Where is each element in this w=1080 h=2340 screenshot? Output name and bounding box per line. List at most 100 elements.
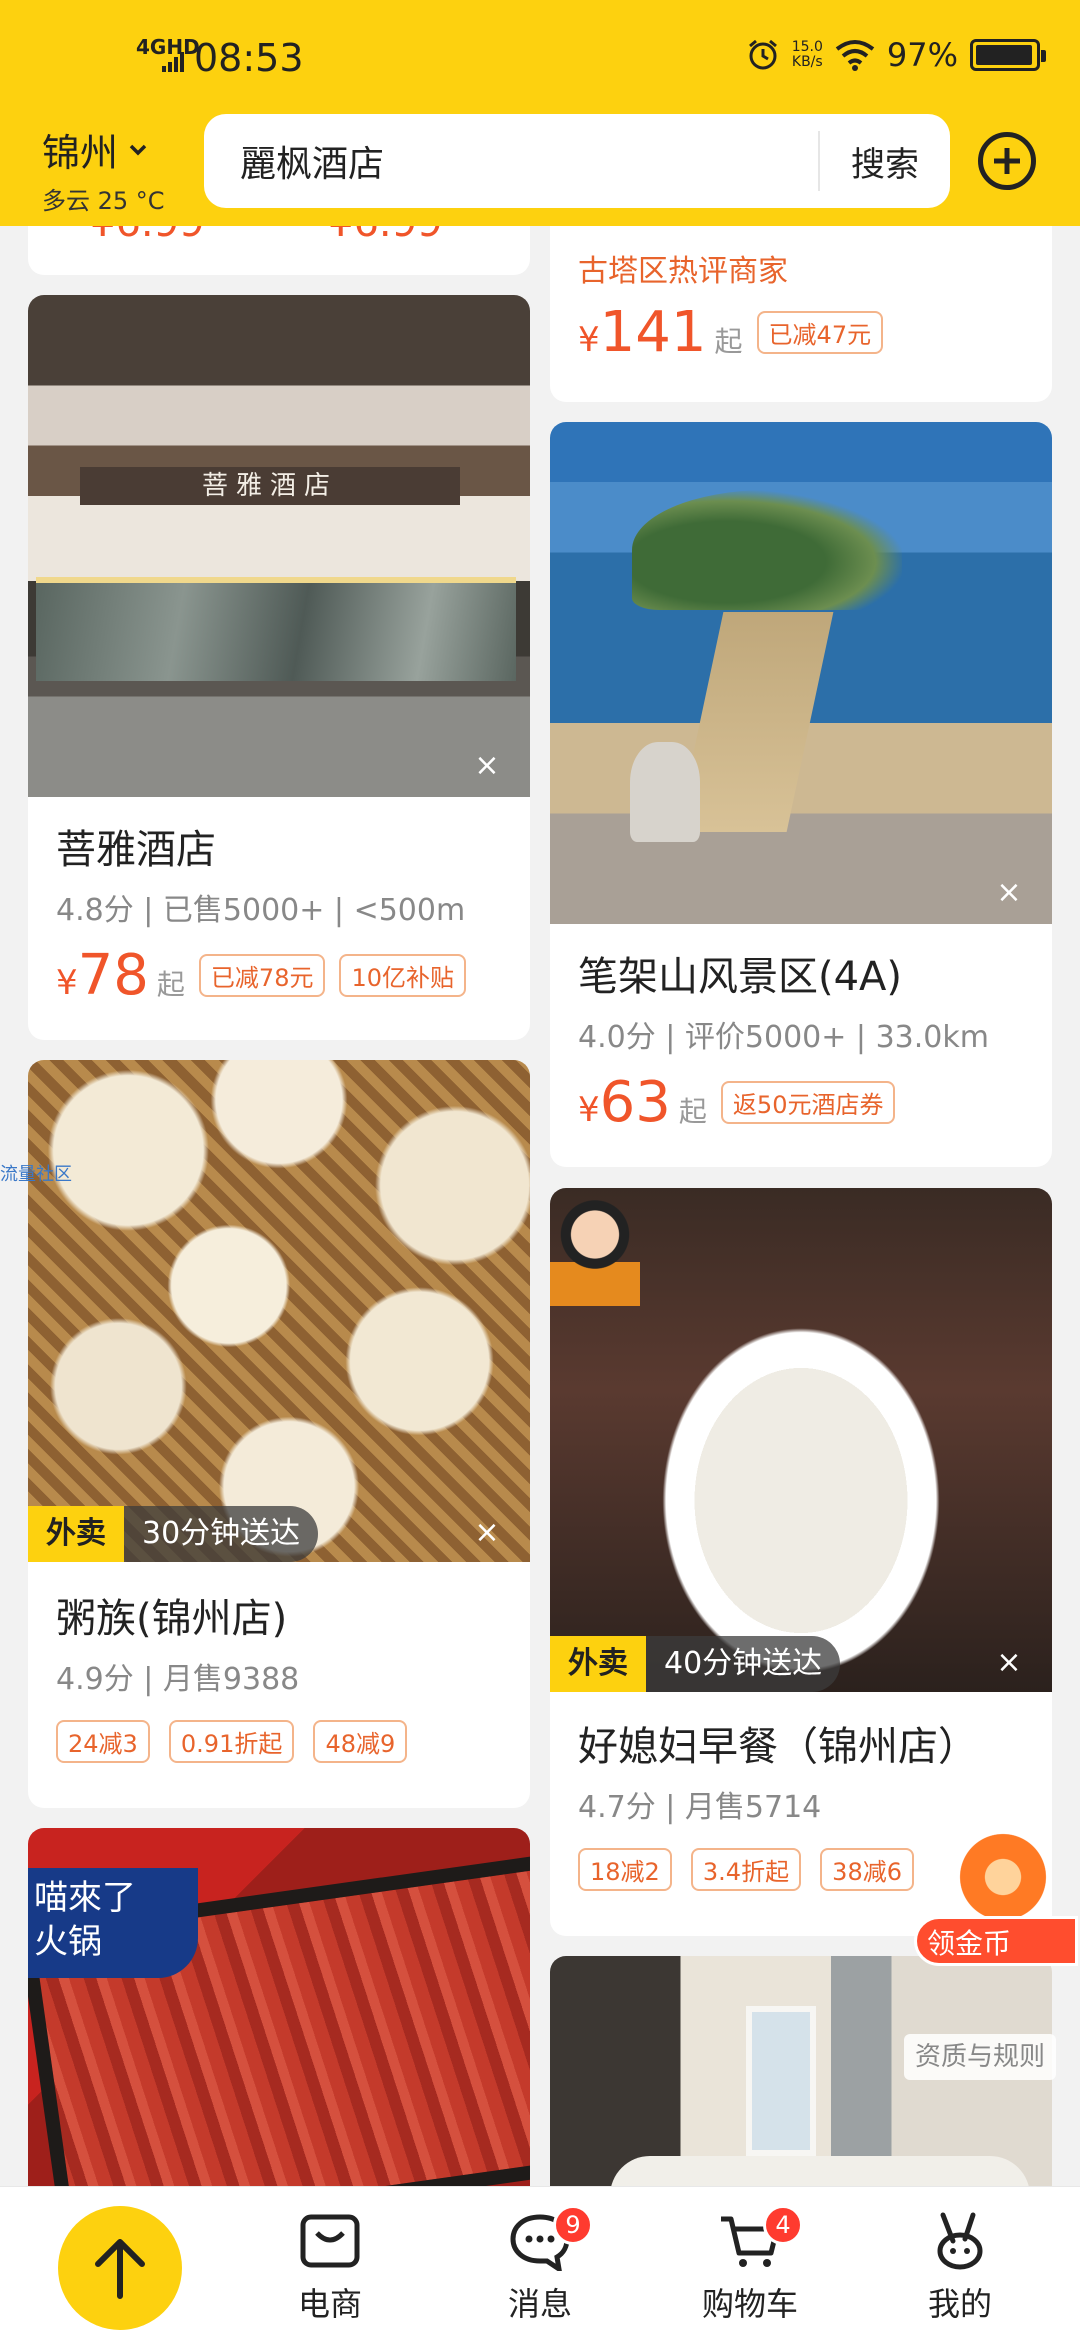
scenic-price-row: ¥ 63 起 返50元酒店券 bbox=[578, 1070, 1024, 1135]
price-symbol: ¥ bbox=[578, 320, 600, 360]
subsidy-tag: 10亿补贴 bbox=[339, 954, 467, 997]
city-row[interactable]: 锦州 bbox=[42, 122, 165, 177]
price-symbol: ¥ bbox=[56, 963, 78, 1003]
delivery-tag: 外卖 bbox=[28, 1506, 124, 1562]
porridge-shop-info: 粥族(锦州店) 4.9分 | 月售9388 24减3 0.91折起 48减9 bbox=[28, 1586, 530, 1763]
search-bar[interactable]: 麗枫酒店 搜索 bbox=[204, 114, 950, 208]
cart-icon: 4 bbox=[717, 2205, 803, 2271]
coin-widget[interactable]: 领金币 bbox=[914, 1822, 1080, 1988]
delivery-badge: 外卖 40分钟送达 bbox=[550, 1636, 841, 1692]
nav-label: 购物车 bbox=[701, 2285, 798, 2323]
nav-cart[interactable]: 4 购物车 bbox=[660, 2187, 840, 2340]
coupon-tag: 返50元酒店券 bbox=[720, 1081, 896, 1124]
close-icon[interactable]: × bbox=[472, 751, 502, 781]
net-speed-value: 15.0 bbox=[791, 39, 823, 55]
room-window bbox=[746, 2006, 816, 2156]
promo-tag: 38减6 bbox=[820, 1848, 914, 1891]
hotel-info: 菩雅酒店 4.8分 | 已售5000+ | <500m ¥ 78 起 已减78元… bbox=[28, 817, 530, 1008]
island bbox=[632, 490, 902, 610]
nav-label: 电商 bbox=[297, 2285, 362, 2323]
nav-label: 消息 bbox=[507, 2285, 572, 2323]
hotel-sign: 菩雅酒店 bbox=[80, 467, 460, 505]
fox-mascot-icon bbox=[958, 1822, 1048, 1922]
alarm-icon bbox=[748, 39, 777, 70]
discount-tag: 已减78元 bbox=[198, 954, 326, 997]
close-icon[interactable]: × bbox=[472, 1518, 502, 1548]
hotel-image: 菩雅酒店 × bbox=[28, 295, 530, 797]
screen: 4GHD 08:53 15.0 KB/s 97% 锦州 多云 25 °C 麗枫酒… bbox=[0, 0, 1080, 2340]
shop-icon bbox=[297, 2211, 363, 2271]
net-speed-unit: KB/s bbox=[791, 54, 823, 70]
distance: 33.0km bbox=[875, 1020, 989, 1055]
review-count: 评价5000+ bbox=[684, 1020, 847, 1055]
delivery-time: 40分钟送达 bbox=[646, 1636, 841, 1692]
scenic-card[interactable]: × 笔架山风景区(4A) 4.0分 | 评价5000+ | 33.0km ¥ 6… bbox=[550, 422, 1052, 1167]
scenic-title: 笔架山风景区(4A) bbox=[578, 954, 903, 1000]
add-icon[interactable] bbox=[978, 132, 1036, 190]
hotpot-card[interactable]: 喵來了 火锅 bbox=[28, 1828, 530, 2248]
city-name: 锦州 bbox=[42, 131, 119, 175]
search-button[interactable]: 搜索 bbox=[820, 137, 950, 186]
price-value: 78 bbox=[77, 943, 149, 1008]
net-speed: 15.0 KB/s bbox=[792, 40, 823, 70]
side-watermark: 流量社区 bbox=[0, 1164, 72, 1185]
nav-label: 我的 bbox=[927, 2285, 992, 2323]
promo-tag: 48减9 bbox=[313, 1720, 408, 1763]
reception-counter bbox=[36, 577, 516, 681]
porridge-shop-card[interactable]: 外卖 30分钟送达 × 粥族(锦州店) 4.9分 | 月售9388 24减3 0… bbox=[28, 1060, 530, 1808]
chevron-down-icon bbox=[129, 144, 147, 155]
price-value: 63 bbox=[599, 1070, 671, 1135]
delivery-tag: 外卖 bbox=[550, 1636, 646, 1692]
promo-tags: 24减3 0.91折起 48减9 bbox=[56, 1720, 502, 1763]
close-icon[interactable]: × bbox=[994, 1648, 1024, 1678]
nav-messages[interactable]: 9 消息 bbox=[450, 2187, 630, 2340]
nav-mine[interactable]: 我的 bbox=[870, 2187, 1050, 2340]
rules-link[interactable]: 资质与规则 bbox=[904, 2034, 1056, 2080]
battery-fill bbox=[976, 45, 1033, 65]
message-badge: 9 bbox=[553, 2205, 593, 2245]
profile-rabbit-icon bbox=[927, 2211, 993, 2271]
shop-meta: 4.9分 | 月售9388 bbox=[56, 1662, 300, 1697]
promo-tag: 24减3 bbox=[56, 1720, 150, 1763]
cart-badge: 4 bbox=[763, 2205, 803, 2245]
message-icon: 9 bbox=[507, 2205, 593, 2275]
price-symbol: ¥ bbox=[578, 1090, 600, 1130]
discount-tag: 已减47元 bbox=[756, 311, 884, 354]
scenic-image: × bbox=[550, 422, 1052, 924]
promo-tag: 18减2 bbox=[578, 1848, 672, 1891]
status-bar: 4GHD 08:53 15.0 KB/s 97% bbox=[0, 0, 1080, 110]
partial-subtitle: 古塔区热评商家 bbox=[578, 254, 788, 289]
top-header: 4GHD 08:53 15.0 KB/s 97% 锦州 多云 25 °C 麗枫酒… bbox=[0, 0, 1080, 226]
promo-tag: 3.4折起 bbox=[690, 1848, 802, 1891]
price-value: 141 bbox=[599, 300, 707, 365]
partial-price-row: ¥ 141 起 已减47元 bbox=[578, 300, 884, 365]
nav-ecommerce[interactable]: 电商 bbox=[240, 2187, 420, 2340]
search-input[interactable]: 麗枫酒店 bbox=[204, 135, 818, 187]
hotel-card[interactable]: 菩雅酒店 × 菩雅酒店 4.8分 | 已售5000+ | <500m ¥ 78 … bbox=[28, 295, 530, 1040]
delivery-badge: 外卖 30分钟送达 bbox=[28, 1506, 319, 1562]
hotel-price-row: ¥ 78 起 已减78元 10亿补贴 bbox=[56, 943, 502, 1008]
scroll-to-top-button[interactable] bbox=[58, 2206, 182, 2330]
hotpot-brand: 喵來了 火锅 bbox=[28, 1868, 198, 1978]
soup-dumpling-image: 外卖 30分钟送达 × bbox=[28, 1060, 530, 1562]
porridge-image: 外卖 40分钟送达 × bbox=[550, 1188, 1052, 1692]
scenic-info: 笔架山风景区(4A) 4.0分 | 评价5000+ | 33.0km ¥ 63 … bbox=[550, 944, 1052, 1135]
sold-count: 已售5000+ bbox=[162, 893, 325, 928]
close-icon[interactable]: × bbox=[994, 878, 1024, 908]
clock: 08:53 bbox=[194, 36, 304, 80]
status-right: 15.0 KB/s 97% bbox=[746, 36, 1046, 74]
rating: 4.8分 bbox=[56, 893, 134, 928]
brand-line-2: 火锅 bbox=[34, 1922, 102, 1962]
statue bbox=[630, 742, 700, 842]
distance: <500m bbox=[353, 893, 466, 928]
wifi-icon bbox=[835, 40, 875, 71]
shop-mascot bbox=[550, 1196, 640, 1306]
hotel-meta: 4.8分 | 已售5000+ | <500m bbox=[56, 893, 466, 928]
price-suffix: 起 bbox=[156, 968, 185, 1001]
location-selector[interactable]: 锦州 多云 25 °C bbox=[42, 122, 165, 216]
weather-text: 多云 25 °C bbox=[42, 187, 165, 215]
hotpot-image: 喵來了 火锅 bbox=[28, 1828, 530, 2248]
coin-label: 领金币 bbox=[914, 1916, 1078, 1966]
brand-line-1: 喵來了 bbox=[34, 1878, 136, 1918]
shop-title: 粥族(锦州店) bbox=[56, 1596, 288, 1642]
